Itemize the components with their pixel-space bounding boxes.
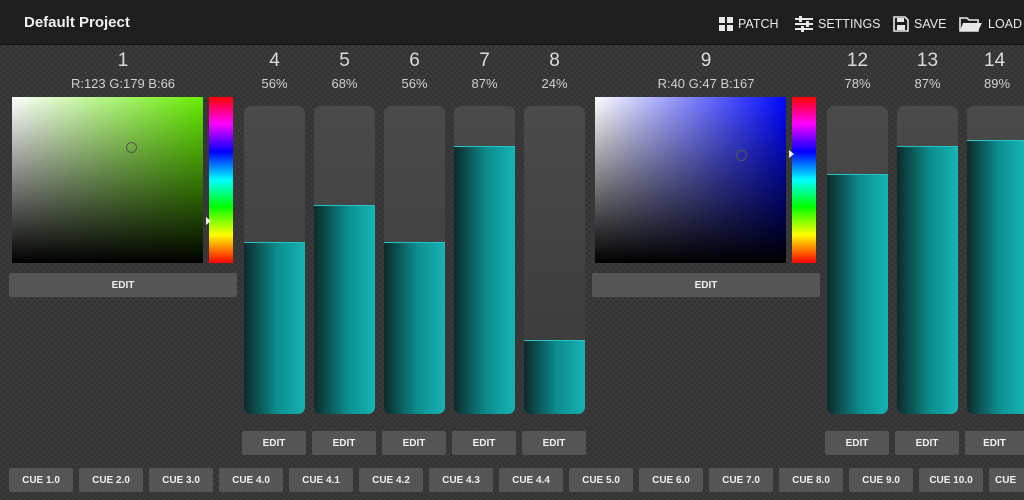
fader-fill — [897, 146, 958, 414]
edit-button[interactable]: EDIT — [825, 431, 889, 455]
fader-fill — [967, 139, 1024, 414]
cue-button[interactable]: CUE 9.0 — [849, 468, 913, 492]
channel-number: 13 — [916, 50, 939, 71]
fader-fill — [384, 241, 445, 414]
edit-button[interactable]: EDIT — [592, 273, 820, 297]
fader[interactable] — [244, 106, 305, 414]
color-picker-square[interactable] — [595, 97, 786, 263]
patch-button[interactable]: PATCH — [719, 14, 779, 34]
cue-button[interactable]: CUE 3.0 — [149, 468, 213, 492]
edit-button[interactable]: EDIT — [9, 273, 237, 297]
edit-button[interactable]: EDIT — [382, 431, 446, 455]
cue-button[interactable]: CUE 4.1 — [289, 468, 353, 492]
channel-level-value: 68% — [331, 76, 358, 91]
hue-marker[interactable] — [789, 150, 794, 158]
hue-marker[interactable] — [206, 217, 211, 225]
project-title: Default Project — [24, 14, 130, 31]
fader-fill — [827, 173, 888, 414]
cue-button[interactable]: CUE 2.0 — [79, 468, 143, 492]
patch-label: PATCH — [738, 17, 779, 31]
top-bar: Default Project PATCH SETTINGS SAVE LOAD — [0, 0, 1024, 45]
channel-number: 12 — [846, 50, 869, 71]
edit-button[interactable]: EDIT — [242, 431, 306, 455]
channel-number: 1 — [117, 50, 129, 71]
grid-icon — [719, 17, 733, 31]
channel-color-value: R:123 G:179 B:66 — [70, 76, 176, 91]
channel-level-value: 87% — [471, 76, 498, 91]
fader[interactable] — [897, 106, 958, 414]
edit-button[interactable]: EDIT — [895, 431, 959, 455]
cue-button[interactable]: CUE 6.0 — [639, 468, 703, 492]
channel-level-value: 56% — [401, 76, 428, 91]
fader[interactable] — [524, 106, 585, 414]
save-label: SAVE — [914, 17, 947, 31]
color-picker-square[interactable] — [12, 97, 203, 263]
fader[interactable] — [967, 106, 1024, 414]
cue-button[interactable]: CUE 4.0 — [219, 468, 283, 492]
fader[interactable] — [827, 106, 888, 414]
color-picker-handle[interactable] — [735, 149, 747, 161]
channel-number: 5 — [339, 50, 350, 71]
fader[interactable] — [454, 106, 515, 414]
cue-button[interactable]: CUE 4.2 — [359, 468, 423, 492]
edit-button[interactable]: EDIT — [312, 431, 376, 455]
fader-fill — [454, 146, 515, 414]
save-button[interactable]: SAVE — [893, 14, 946, 34]
load-button[interactable]: LOAD — [959, 14, 1022, 34]
channel-color-value: R:40 G:47 B:167 — [657, 76, 755, 91]
cue-button[interactable]: CUE 5.0 — [569, 468, 633, 492]
cue-button[interactable]: CUE 4.4 — [499, 468, 563, 492]
hue-slider[interactable] — [789, 97, 816, 263]
fader[interactable] — [314, 106, 375, 414]
channel-number: 6 — [409, 50, 420, 71]
save-icon — [893, 16, 909, 32]
cue-button[interactable]: CUE 1.0 — [9, 468, 73, 492]
edit-button[interactable]: EDIT — [452, 431, 516, 455]
cue-button[interactable]: CUE — [989, 468, 1024, 492]
channel-level-value: 24% — [541, 76, 568, 91]
channel-number: 8 — [549, 50, 560, 71]
channel-number: 14 — [984, 50, 1006, 71]
fader-fill — [314, 204, 375, 414]
cue-button[interactable]: CUE 10.0 — [919, 468, 983, 492]
load-label: LOAD — [988, 17, 1023, 31]
edit-button[interactable]: EDIT — [965, 431, 1024, 455]
edit-button[interactable]: EDIT — [522, 431, 586, 455]
cue-button[interactable]: CUE 4.3 — [429, 468, 493, 492]
hue-slider[interactable] — [206, 97, 233, 263]
cue-button[interactable]: CUE 8.0 — [779, 468, 843, 492]
channel-level-value: 87% — [914, 76, 941, 91]
fader-fill — [244, 241, 305, 414]
settings-button[interactable]: SETTINGS — [795, 14, 881, 34]
channel-number: 4 — [269, 50, 280, 71]
fader-fill — [524, 340, 585, 414]
channel-level-value: 89% — [984, 76, 1011, 91]
cue-button[interactable]: CUE 7.0 — [709, 468, 773, 492]
folder-icon — [959, 16, 983, 32]
sliders-icon — [795, 16, 813, 32]
settings-label: SETTINGS — [818, 17, 881, 31]
channel-level-value: 78% — [844, 76, 871, 91]
channel-number: 7 — [479, 50, 490, 71]
fader[interactable] — [384, 106, 445, 414]
channel-level-value: 56% — [261, 76, 288, 91]
channel-number: 9 — [700, 50, 712, 71]
color-picker-handle[interactable] — [125, 141, 137, 153]
